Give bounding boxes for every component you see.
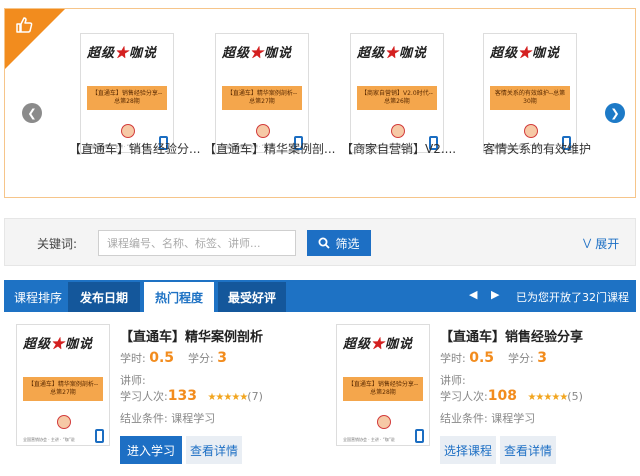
caret-right-icon[interactable]: ▶ (491, 288, 499, 301)
carousel-slide[interactable]: 超级★咖说 【直通车】精华案例剖析--总第27期 全国营销协会 · 主讲 · “… (215, 33, 335, 153)
course-card: 超级★咖说 【直通车】销售经验分享--总第28期 全国营销协会 · 主讲 · “… (336, 324, 636, 474)
cover-logo: 超级★咖说 (357, 46, 428, 61)
cover-logo: 超级★咖说 (23, 337, 94, 352)
cover-title: 【直通车】销售经验分享--总第28期 (87, 86, 167, 110)
cover-title: 【商家自营销】V2.0时代--总第26期 (357, 86, 437, 110)
view-details-button[interactable]: 查看详情 (500, 436, 556, 464)
tab-popularity[interactable]: 热门程度 (144, 282, 214, 312)
course-teacher: 讲师: (120, 374, 146, 387)
cover-title: 【直通车】精华案例剖析--总第27期 (222, 86, 302, 110)
slide-caption[interactable]: 【直通车】精华案例剖... (204, 140, 344, 157)
tab-publish-date[interactable]: 发布日期 (68, 282, 140, 312)
expand-toggle[interactable]: ⋁ 展开 (583, 235, 619, 252)
mascot-image (377, 415, 391, 429)
slide-caption[interactable]: 【商家自营销】V2.... (341, 140, 481, 157)
course-hours-credit: 学时: 0.5 学分: 3 (440, 350, 547, 366)
slide-caption[interactable]: 【直通车】销售经验分... (69, 140, 209, 157)
sort-title: 课程排序 (14, 291, 63, 305)
mascot-image (524, 124, 538, 138)
mascot-image (256, 124, 270, 138)
course-cover-image[interactable]: 超级★咖说 【直通车】销售经验分享--总第28期 全国营销协会 · 主讲 · “… (336, 324, 430, 446)
carousel-slide[interactable]: 超级★咖说 客情关系的有效维护--总第30期 全国营销协会 · 主讲 · “咖”… (483, 33, 603, 153)
course-cover-image[interactable]: 超级★咖说 【直通车】精华案例剖析--总第27期 全国营销协会 · 主讲 · “… (215, 33, 309, 153)
course-cover-image[interactable]: 超级★咖说 【商家自营销】V2.0时代--总第26期 全国营销协会 · 主讲 ·… (350, 33, 444, 153)
carousel-prev-button[interactable]: ❮ (22, 103, 42, 123)
course-learners: 学习人次:133 ★★★★★(7) (120, 388, 263, 404)
course-learners: 学习人次:108 ★★★★★(5) (440, 388, 583, 404)
cover-title: 客情关系的有效维护--总第30期 (490, 86, 570, 110)
filter-bar: 关键词: 筛选 ⋁ 展开 (4, 218, 636, 266)
cover-footer: 全国营销协会 · 主讲 · “咖”说 (343, 437, 395, 442)
cover-title: 【直通车】销售经验分享--总第28期 (343, 377, 423, 401)
course-condition: 结业条件: 课程学习 (440, 412, 536, 425)
mobile-icon (95, 429, 104, 443)
cover-footer: 全国营销协会 · 主讲 · “咖”说 (23, 437, 75, 442)
cover-logo: 超级★咖说 (343, 337, 414, 352)
course-title[interactable]: 【直通车】销售经验分享 (440, 326, 583, 345)
chevron-left-icon: ❮ (27, 106, 37, 120)
course-cover-image[interactable]: 超级★咖说 【直通车】销售经验分享--总第28期 全国营销协会 · 主讲 · “… (80, 33, 174, 153)
course-condition: 结业条件: 课程学习 (120, 412, 216, 425)
view-details-button[interactable]: 查看详情 (186, 436, 242, 464)
carousel-slide[interactable]: 超级★咖说 【商家自营销】V2.0时代--总第26期 全国营销协会 · 主讲 ·… (350, 33, 470, 153)
course-cover-image[interactable]: 超级★咖说 客情关系的有效维护--总第30期 全国营销协会 · 主讲 · “咖”… (483, 33, 577, 153)
search-icon (318, 237, 331, 249)
cover-logo: 超级★咖说 (490, 46, 561, 61)
mascot-image (57, 415, 71, 429)
course-card: 超级★咖说 【直通车】精华案例剖析--总第27期 全国营销协会 · 主讲 · “… (16, 324, 316, 474)
course-title[interactable]: 【直通车】精华案例剖析 (120, 326, 263, 345)
select-course-button[interactable]: 选择课程 (440, 436, 496, 464)
enter-study-button[interactable]: 进入学习 (120, 436, 182, 464)
mascot-image (121, 124, 135, 138)
slide-caption[interactable]: 客情关系的有效维护 (483, 140, 623, 157)
caret-left-icon[interactable]: ◀ (469, 288, 477, 301)
keyword-label: 关键词: (37, 237, 78, 251)
filter-button[interactable]: 筛选 (307, 230, 371, 256)
course-cover-image[interactable]: 超级★咖说 【直通车】精华案例剖析--总第27期 全国营销协会 · 主讲 · “… (16, 324, 110, 446)
mascot-image (391, 124, 405, 138)
rating-stars-icon: ★★★★★ (207, 392, 248, 403)
tab-top-rated[interactable]: 最受好评 (218, 282, 286, 312)
course-hours-credit: 学时: 0.5 学分: 3 (120, 350, 227, 366)
course-count-status: 已为您开放了32门课程 (516, 291, 629, 304)
carousel-next-button[interactable]: ❯ (605, 103, 625, 123)
rating-stars-icon: ★★★★★ (527, 392, 568, 403)
double-chevron-down-icon: ⋁ (583, 238, 592, 249)
cover-logo: 超级★咖说 (87, 46, 158, 61)
mobile-icon (415, 429, 424, 443)
sort-bar: 课程排序 发布日期 热门程度 最受好评 ◀ ▶ 已为您开放了32门课程 (4, 280, 636, 312)
cover-title: 【直通车】精华案例剖析--总第27期 (23, 377, 103, 401)
cover-logo: 超级★咖说 (222, 46, 293, 61)
course-teacher: 讲师: (440, 374, 466, 387)
thumbs-up-icon (16, 17, 33, 33)
filter-button-label: 筛选 (335, 236, 360, 251)
carousel-slide[interactable]: 超级★咖说 【直通车】销售经验分享--总第28期 全国营销协会 · 主讲 · “… (80, 33, 200, 153)
recommended-carousel: ❮ ❯ 超级★咖说 【直通车】销售经验分享--总第28期 全国营销协会 · 主讲… (4, 8, 636, 198)
chevron-right-icon: ❯ (610, 106, 620, 120)
keyword-search-input[interactable] (98, 230, 296, 256)
course-page: ❮ ❯ 超级★咖说 【直通车】销售经验分享--总第28期 全国营销协会 · 主讲… (0, 0, 640, 476)
expand-label: 展开 (595, 237, 620, 251)
